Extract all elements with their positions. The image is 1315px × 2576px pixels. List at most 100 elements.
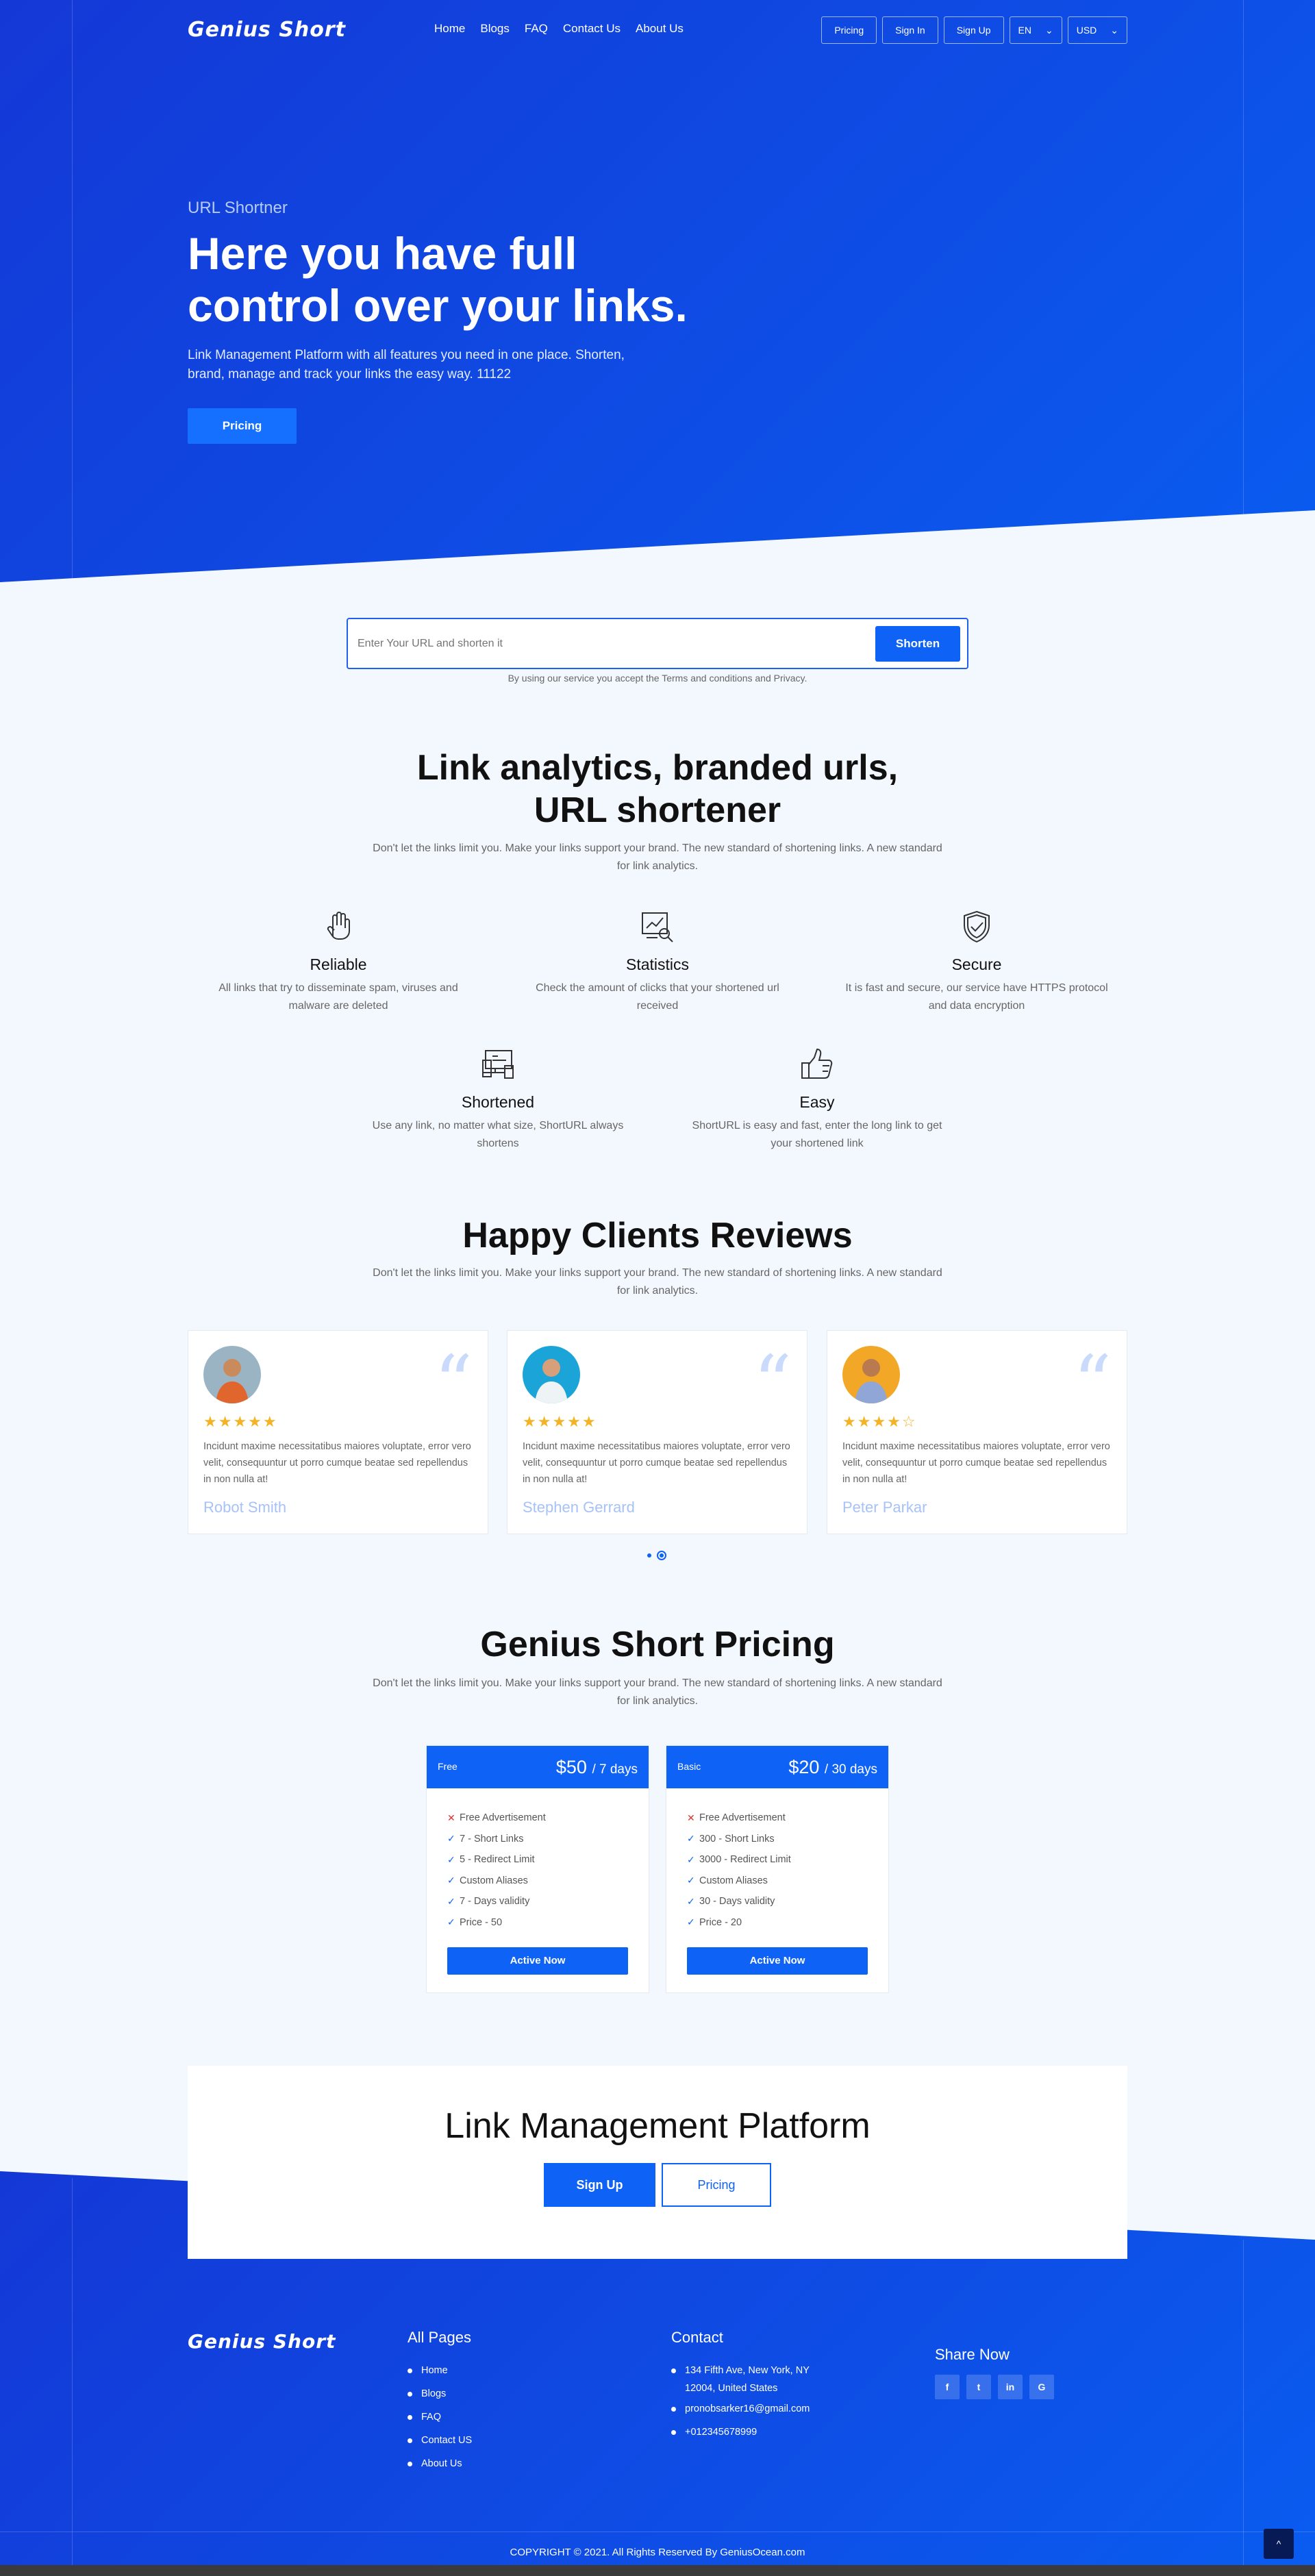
pricing-header: Free $50 / 7 days [427, 1746, 649, 1788]
plan-feature: ✓ Custom Aliases [447, 1871, 649, 1892]
feature-text: 7 - Short Links [460, 1833, 524, 1845]
footer-pages-list: Home Blogs FAQ Contact US About Us [408, 2359, 472, 2475]
footer-link-about[interactable]: About Us [408, 2452, 472, 2475]
url-input[interactable] [358, 632, 878, 656]
facebook-icon[interactable]: f [935, 2375, 960, 2399]
cross-icon: ✕ [687, 1812, 695, 1823]
reviews-lead: Don't let the links limit you. Make your… [373, 1267, 942, 1297]
feature-text: It is fast and secure, our service have … [845, 982, 1108, 1012]
carousel-dot[interactable] [647, 1553, 651, 1558]
check-icon: ✓ [447, 1895, 455, 1907]
check-icon: ✓ [687, 1853, 695, 1865]
reviewer-name: Stephen Gerrard [523, 1499, 635, 1516]
feature-text: Free Advertisement [699, 1812, 786, 1824]
shield-check-icon [957, 908, 996, 946]
footer-logo[interactable]: Genius Short [188, 2330, 336, 2353]
sign-in-button[interactable]: Sign In [882, 16, 938, 44]
pricing-button[interactable]: Pricing [821, 16, 877, 44]
cross-icon: ✕ [447, 1812, 455, 1823]
check-icon: ✓ [687, 1875, 695, 1886]
copyright: COPYRIGHT © 2021. All Rights Reserved By… [510, 2547, 805, 2558]
carousel-dots [647, 1551, 666, 1560]
footer-link-faq[interactable]: FAQ [408, 2405, 472, 2429]
rating-stars: ★★★★☆ [842, 1413, 917, 1430]
features-lead: Don't let the links limit you. Make your… [373, 842, 942, 872]
plan-feature: ✓ 30 - Days validity [687, 1891, 888, 1912]
hero-pricing-button[interactable]: Pricing [188, 408, 297, 444]
carousel-dot-active[interactable] [657, 1551, 666, 1560]
footer-link-home[interactable]: Home [408, 2359, 472, 2382]
feature-text: All links that try to disseminate spam, … [218, 982, 458, 1012]
nav-home[interactable]: Home [434, 22, 465, 36]
plan-feature: ✓ 3000 - Redirect Limit [687, 1849, 888, 1871]
linkedin-icon[interactable]: in [998, 2375, 1023, 2399]
sign-up-button[interactable]: Sign Up [943, 16, 1004, 44]
hand-icon [319, 908, 358, 946]
review-text: Incidunt maxime necessitatibus maiores v… [842, 1441, 1110, 1485]
feature-easy: Easy ShortURL is easy and fast, enter th… [680, 1045, 954, 1153]
pricing-lead: Don't let the links limit you. Make your… [373, 1677, 942, 1707]
feature-title: Easy [799, 1093, 835, 1111]
shortener-form: Shorten [347, 618, 968, 669]
decor-line [1243, 0, 1244, 521]
language-select[interactable]: EN ⌄ [1009, 16, 1062, 44]
footer-link-contact[interactable]: Contact US [408, 2429, 472, 2452]
scroll-to-top-button[interactable]: ^ [1264, 2529, 1294, 2559]
quote-icon: “ [434, 1339, 473, 1427]
avatar [842, 1346, 900, 1403]
feature-title: Secure [951, 955, 1002, 973]
shorten-button[interactable]: Shorten [875, 626, 960, 662]
footer-share-title: Share Now [935, 2346, 1010, 2363]
price-period: / 7 days [592, 1762, 638, 1777]
footer-contact-title: Contact [671, 2329, 723, 2346]
feature-shortened: Shortened Use any link, no matter what s… [361, 1045, 635, 1153]
feature-text: 5 - Redirect Limit [460, 1854, 535, 1866]
navbar: Genius Short Home Blogs FAQ Contact Us A… [188, 0, 1127, 60]
check-icon: ✓ [447, 1875, 455, 1886]
nav-about-us[interactable]: About Us [636, 22, 684, 36]
footer-link-blogs[interactable]: Blogs [408, 2382, 472, 2405]
cta-title: Link Management Platform [444, 2106, 871, 2146]
devices-icon [479, 1045, 517, 1084]
check-icon: ✓ [447, 1916, 455, 1928]
plan-feature: ✕ Free Advertisement [687, 1808, 888, 1829]
plan-feature: ✓ Price - 20 [687, 1912, 888, 1934]
feature-text: Price - 50 [460, 1916, 503, 1928]
reviews-title: Happy Clients Reviews [462, 1216, 853, 1255]
chevron-down-icon: ⌄ [1110, 25, 1118, 36]
google-icon[interactable]: G [1029, 2375, 1054, 2399]
feature-statistics: Statistics Check the amount of clicks th… [521, 908, 794, 1015]
currency-select[interactable]: USD ⌄ [1067, 16, 1127, 44]
feature-text: 3000 - Redirect Limit [699, 1854, 791, 1866]
feature-text: Free Advertisement [460, 1812, 546, 1824]
logo[interactable]: Genius Short [188, 18, 346, 42]
plan-name: Free [438, 1761, 458, 1772]
statistics-icon [638, 908, 677, 946]
footer-pages: All Pages Home Blogs FAQ Contact US Abou… [408, 2329, 472, 2475]
nav-blogs[interactable]: Blogs [480, 22, 510, 36]
main-menu: Home Blogs FAQ Contact Us About Us [434, 22, 699, 36]
currency-value: USD [1076, 25, 1097, 36]
twitter-icon[interactable]: t [966, 2375, 991, 2399]
footer-email[interactable]: pronobsarker16@gmail.com [671, 2397, 829, 2421]
footer-contact: Contact 134 Fifth Ave, New York, NY 1200… [671, 2329, 829, 2444]
social-links: f t in G [935, 2375, 1054, 2399]
feature-text: Use any link, no matter what size, Short… [372, 1120, 624, 1149]
active-now-button[interactable]: Active Now [687, 1947, 868, 1975]
pricing-header: Basic $20 / 30 days [666, 1746, 888, 1788]
rating-stars: ★★★★★ [523, 1413, 597, 1430]
nav-contact-us[interactable]: Contact Us [563, 22, 621, 36]
nav-faq[interactable]: FAQ [525, 22, 548, 36]
cta-sign-up-button[interactable]: Sign Up [544, 2163, 655, 2207]
pricing-title: Genius Short Pricing [480, 1625, 835, 1664]
hero-subtitle: URL Shortner [188, 199, 288, 217]
active-now-button[interactable]: Active Now [447, 1947, 628, 1975]
check-icon: ✓ [687, 1916, 695, 1928]
cta-pricing-button[interactable]: Pricing [662, 2163, 771, 2207]
feature-title: Reliable [310, 955, 367, 973]
hero-title: Here you have full control over your lin… [188, 228, 688, 331]
footer-phone[interactable]: +012345678999 [671, 2421, 829, 2444]
plan-name: Basic [677, 1761, 701, 1772]
plan-feature: ✕ Free Advertisement [447, 1808, 649, 1829]
nav-actions: Pricing Sign In Sign Up EN ⌄ USD ⌄ [821, 16, 1127, 44]
